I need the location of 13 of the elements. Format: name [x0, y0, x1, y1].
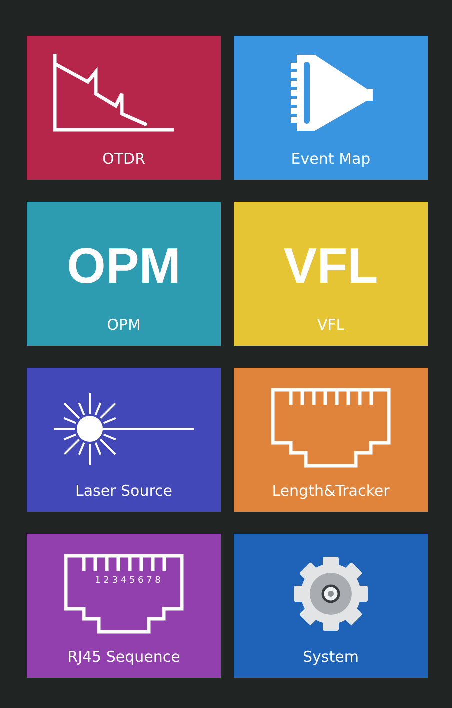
- ethernet-port-icon: [63, 553, 185, 635]
- gear-icon: [291, 554, 371, 634]
- app-tile[interactable]: OTDR: [27, 36, 221, 180]
- pin-numbers: 1 2 3 4 5 6 7 8: [94, 576, 162, 586]
- app-tile[interactable]: OPM OPM: [27, 202, 221, 346]
- app-tile[interactable]: System: [234, 534, 428, 678]
- app-tile[interactable]: 1 2 3 4 5 6 7 8 RJ45 Sequence: [27, 534, 221, 678]
- tile-glyph: VFL: [284, 241, 378, 291]
- trace-graph-icon: [52, 52, 176, 134]
- app-tile[interactable]: Laser Source: [27, 368, 221, 512]
- app-tile[interactable]: Event Map: [234, 36, 428, 180]
- tile-glyph: OPM: [67, 241, 181, 291]
- ethernet-port-icon: [270, 387, 392, 469]
